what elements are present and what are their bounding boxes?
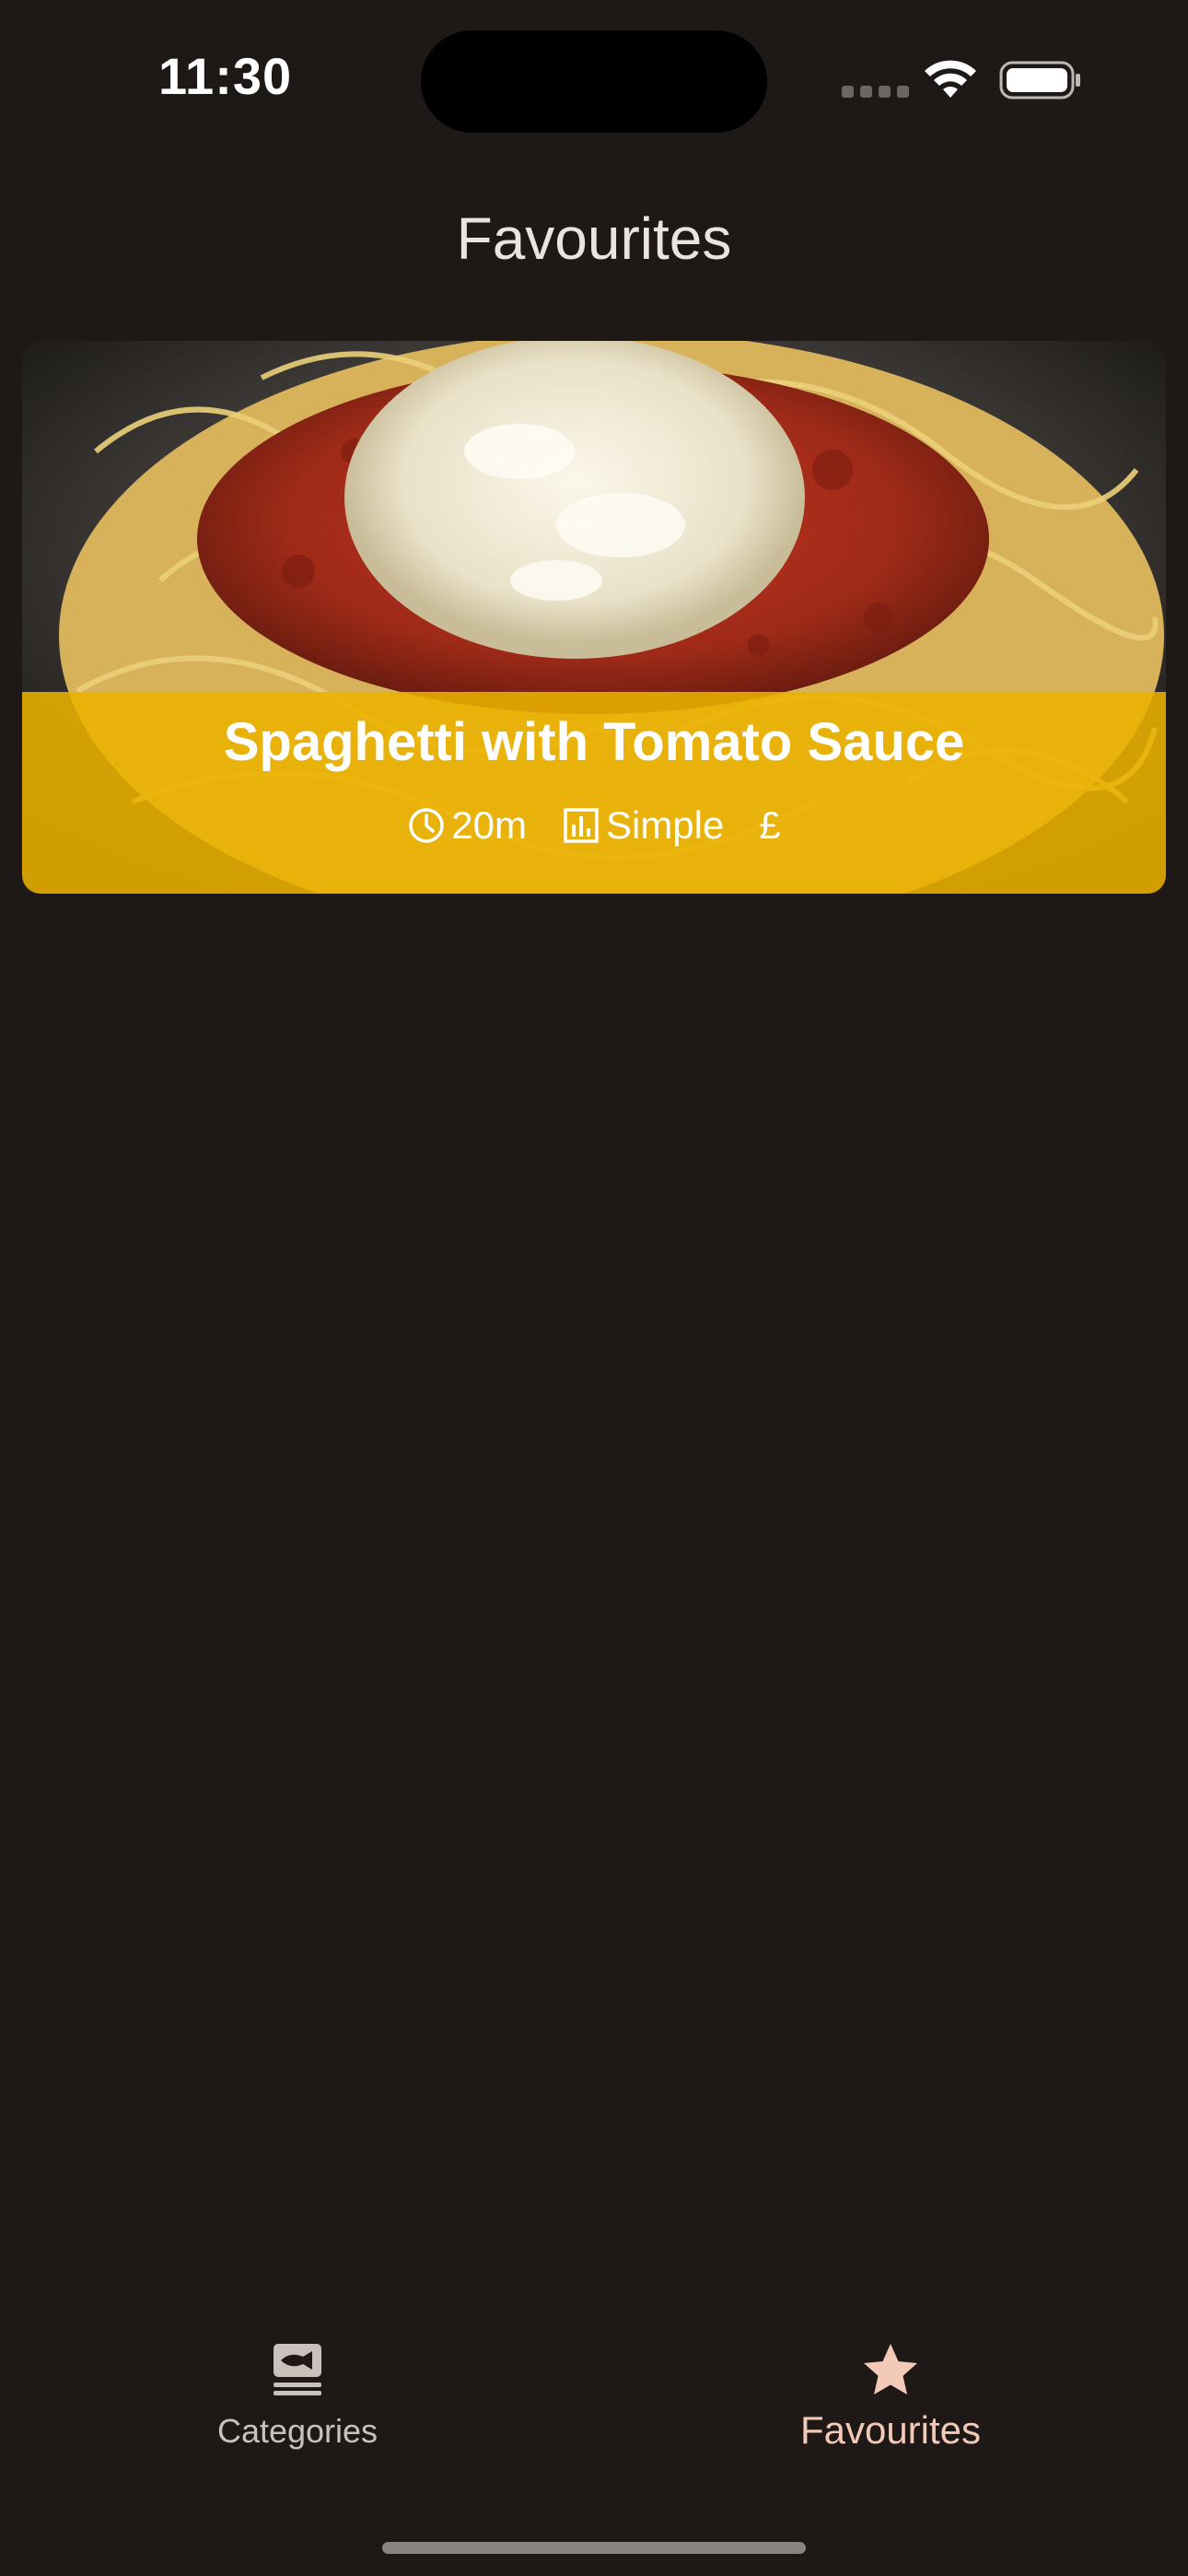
- battery-icon: [999, 61, 1080, 100]
- bar-chart-icon: [564, 808, 599, 843]
- meal-duration-label: 20m: [451, 803, 527, 847]
- tab-favourites[interactable]: Favourites: [706, 2340, 1075, 2453]
- meal-meta: 20m Simple £: [22, 803, 1166, 848]
- meal-duration: 20m: [407, 803, 527, 848]
- meal-card[interactable]: Spaghetti with Tomato Sauce 20m Simple £: [22, 341, 1166, 894]
- cellular-signal-icon: [842, 86, 909, 98]
- wifi-icon: [925, 60, 976, 98]
- home-indicator[interactable]: [382, 2542, 806, 2554]
- tab-categories[interactable]: Categories: [113, 2340, 482, 2451]
- meal-title: Spaghetti with Tomato Sauce: [223, 712, 965, 772]
- tab-favourites-label: Favourites: [799, 2408, 982, 2452]
- dynamic-island: [421, 30, 767, 133]
- tab-categories-label: Categories: [216, 2412, 379, 2450]
- clock-icon: [409, 808, 445, 843]
- favourites-screen: 11:30 Favourites Spaghetti with Tomato S…: [0, 0, 1188, 2576]
- meal-complexity: Simple: [562, 803, 724, 848]
- status-time: 11:30: [158, 47, 293, 105]
- set-meal-icon: [274, 2344, 321, 2395]
- meal-affordability: £: [759, 803, 780, 848]
- star-icon: [864, 2344, 917, 2395]
- meal-complexity-label: Simple: [605, 803, 725, 847]
- page-title: Favourites: [456, 205, 732, 272]
- meal-affordability-label: £: [759, 803, 781, 847]
